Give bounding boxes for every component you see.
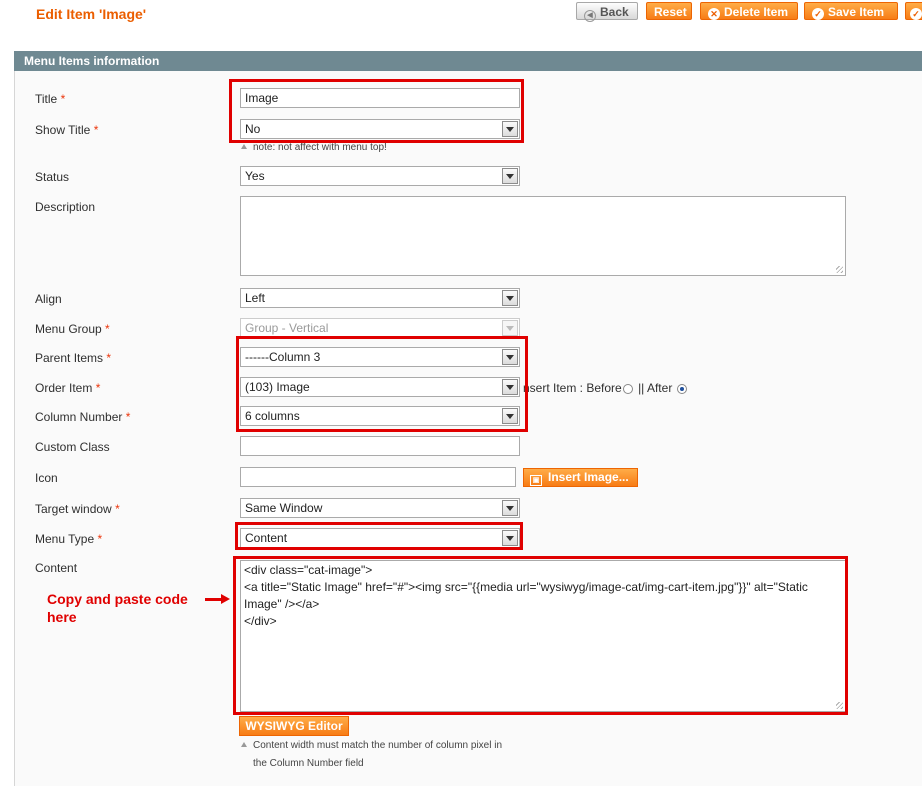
menu-type-select[interactable]: Content <box>240 528 520 548</box>
check-circle-icon: ✓ <box>910 8 922 20</box>
content-label: Content <box>35 561 78 575</box>
status-label: Status <box>35 170 70 184</box>
chevron-left-icon: ◀ <box>584 10 596 22</box>
content-note-line2: the Column Number field <box>253 758 364 769</box>
align-select[interactable]: Left <box>240 288 520 308</box>
resize-grip-icon[interactable] <box>836 702 843 709</box>
chevron-down-icon <box>502 408 518 424</box>
page-title: Edit Item 'Image' <box>36 6 147 22</box>
column-number-select[interactable]: 6 columns <box>240 406 520 426</box>
show-title-select[interactable]: No <box>240 119 520 139</box>
column-number-label: Column Number * <box>35 410 131 424</box>
insert-after-radio[interactable] <box>676 384 687 394</box>
chevron-down-icon <box>502 379 518 395</box>
menu-type-label: Menu Type * <box>35 532 103 546</box>
delete-circle-icon: ✕ <box>708 8 720 20</box>
delete-item-button[interactable]: ✕ Delete Item <box>700 2 798 20</box>
chevron-down-icon <box>502 290 518 306</box>
triangle-up-icon <box>241 144 247 149</box>
description-textarea[interactable] <box>240 196 846 276</box>
status-select[interactable]: Yes <box>240 166 520 186</box>
show-title-note: note: not affect with menu top! <box>241 142 387 153</box>
chevron-down-icon <box>502 320 518 336</box>
menu-group-select: Group - Vertical <box>240 318 520 338</box>
title-label: Title * <box>35 92 66 106</box>
arrow-right-icon <box>221 594 230 604</box>
wysiwyg-editor-button[interactable]: WYSIWYG Editor <box>239 716 349 736</box>
chevron-down-icon <box>502 530 518 546</box>
order-item-label: Order Item * <box>35 381 101 395</box>
save-button-label: Save Item <box>828 5 885 19</box>
save-item-button[interactable]: ✓ Save Item <box>804 2 898 20</box>
align-label: Align <box>35 292 62 306</box>
show-title-label: Show Title * <box>35 123 99 137</box>
target-window-select[interactable]: Same Window <box>240 498 520 518</box>
chevron-down-icon <box>502 168 518 184</box>
icon-input[interactable] <box>240 467 516 487</box>
order-item-select[interactable]: (103) Image <box>240 377 520 397</box>
back-button-label: Back <box>600 5 629 19</box>
back-button[interactable]: ◀ Back <box>576 2 638 22</box>
chevron-down-icon <box>502 500 518 516</box>
title-input[interactable]: Image <box>240 88 520 108</box>
custom-class-label: Custom Class <box>35 440 110 454</box>
reset-button-label: Reset <box>654 5 687 19</box>
chevron-down-icon <box>502 121 518 137</box>
content-textarea[interactable]: <div class="cat-image"> <a title="Static… <box>240 560 846 712</box>
insert-before-radio[interactable] <box>622 384 633 394</box>
content-note-line1: Content width must match the number of c… <box>241 740 502 751</box>
insert-item-options: nsert Item : Before || After <box>523 381 689 395</box>
parent-items-label: Parent Items * <box>35 351 112 365</box>
icon-label: Icon <box>35 471 58 485</box>
image-icon: ▣ <box>530 475 542 486</box>
delete-button-label: Delete Item <box>724 5 789 19</box>
save-and-continue-button[interactable]: ✓ <box>905 2 922 20</box>
description-label: Description <box>35 200 96 214</box>
parent-items-select[interactable]: ------Column 3 <box>240 347 520 367</box>
insert-image-button[interactable]: ▣ Insert Image... <box>523 468 638 487</box>
resize-grip-icon[interactable] <box>836 266 843 273</box>
section-header: Menu Items information <box>14 51 922 71</box>
check-circle-icon: ✓ <box>812 8 824 20</box>
triangle-up-icon <box>241 742 247 747</box>
annotation-text: Copy and paste code here <box>47 591 188 625</box>
menu-group-label: Menu Group * <box>35 322 110 336</box>
target-window-label: Target window * <box>35 502 120 516</box>
custom-class-input[interactable] <box>240 436 520 456</box>
reset-button[interactable]: Reset <box>646 2 692 20</box>
chevron-down-icon <box>502 349 518 365</box>
